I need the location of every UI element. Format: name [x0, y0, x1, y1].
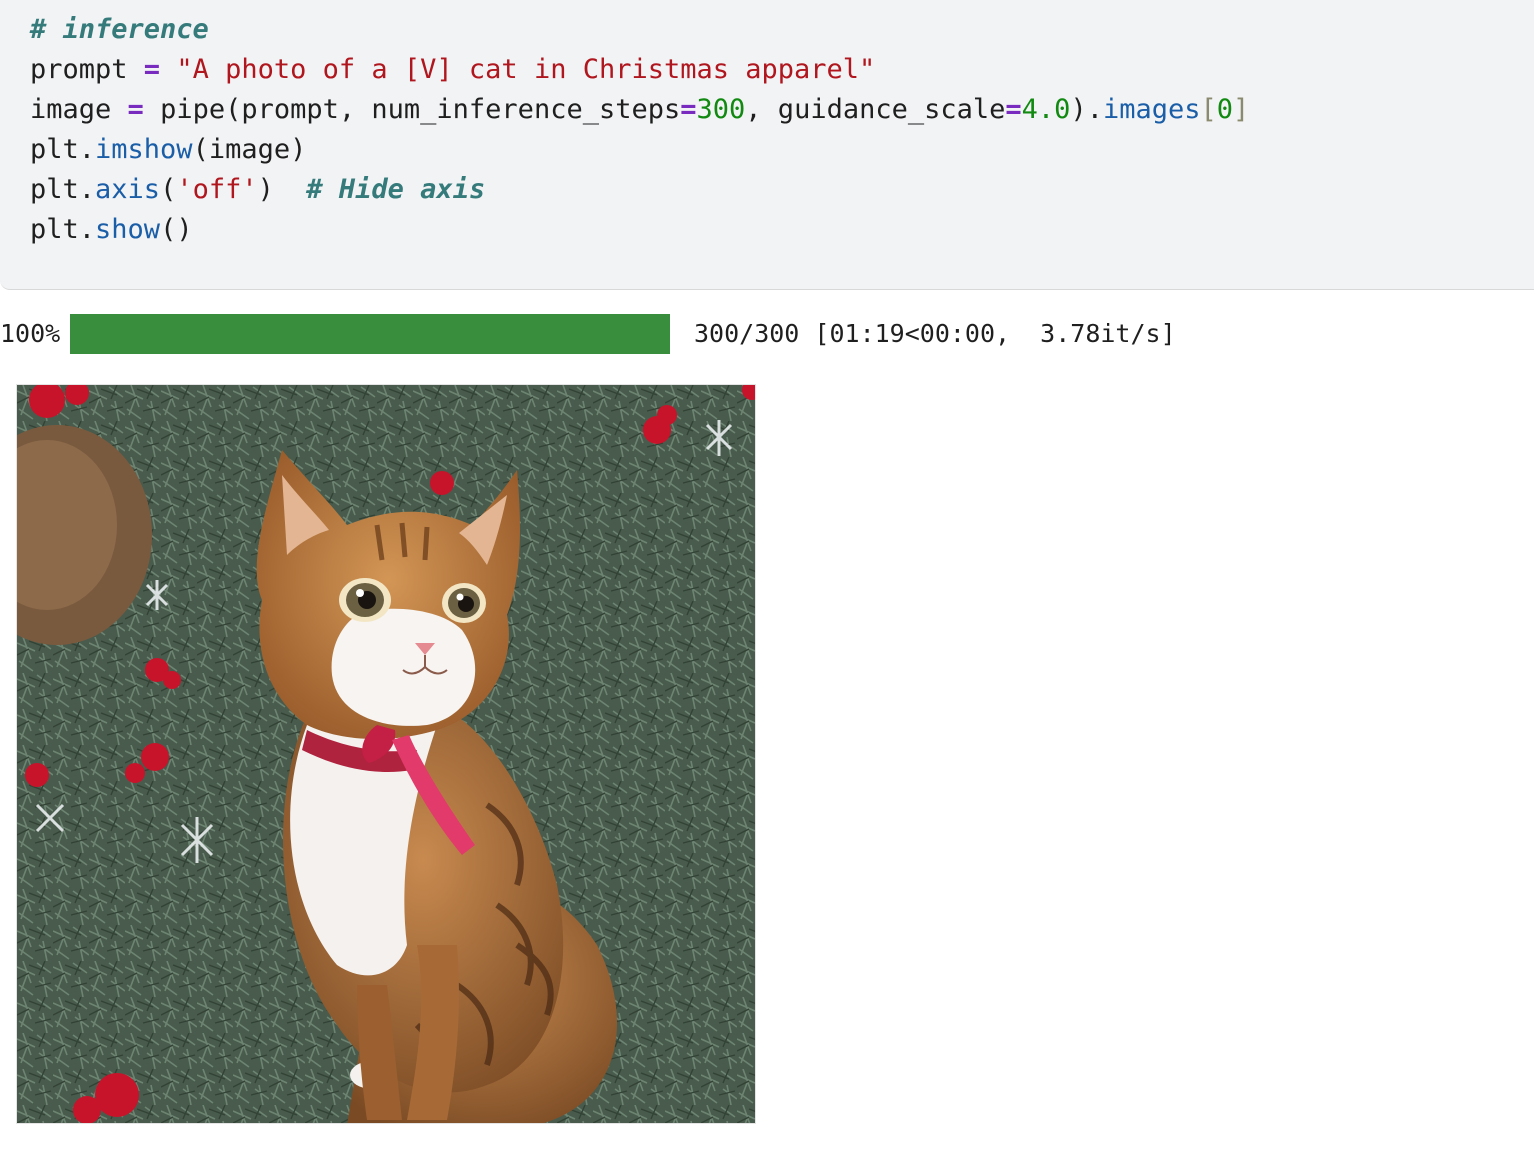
progress-bar [70, 314, 670, 354]
code-token: 'off' [176, 174, 258, 205]
code-token: [ [1200, 94, 1217, 125]
code-token: , guidance_scale [745, 94, 1006, 125]
cat-photo [17, 385, 755, 1123]
progress-stats: 300/300 [01:19<00:00, 3.78it/s] [694, 319, 1176, 348]
code-token: 300 [696, 94, 746, 125]
output-image [16, 384, 756, 1124]
code-token: images [1102, 94, 1201, 125]
code-cell[interactable]: # inference prompt = "A photo of a [V] ca… [0, 0, 1534, 290]
code-token: ) [257, 174, 307, 205]
code-token: # inference [30, 14, 209, 45]
progress-bar-fill [70, 314, 670, 354]
code-token: () [160, 214, 193, 245]
code-line: prompt = "A photo of a [V] cat in Christ… [30, 50, 1249, 90]
code-token: = [127, 94, 144, 125]
code-token: image [30, 94, 128, 125]
code-token: 0 [1216, 94, 1234, 125]
code-token: # Hide axis [306, 174, 486, 205]
code-token: plt. [30, 214, 96, 245]
progress-percent: 100% [0, 319, 61, 348]
code-line: plt.imshow(image) [30, 130, 1249, 170]
code-token: ] [1233, 94, 1250, 125]
code-token: plt. [30, 174, 96, 205]
code-line: # inference [30, 10, 1249, 50]
code-token: axis [95, 174, 161, 205]
code-token: ). [1070, 94, 1103, 125]
code-token: ( [160, 174, 177, 205]
code-editor[interactable]: # inference prompt = "A photo of a [V] ca… [30, 10, 1249, 250]
code-token: "A photo of a [V] cat in Christmas appar… [176, 54, 876, 85]
code-token: plt. [30, 134, 96, 165]
code-token: (image) [192, 134, 307, 165]
code-line: plt.axis('off') # Hide axis [30, 170, 1249, 210]
code-token: = [680, 94, 697, 125]
code-token: = [1005, 94, 1022, 125]
code-token: = [143, 54, 161, 85]
code-token: prompt [30, 54, 144, 85]
code-token: 4.0 [1021, 94, 1071, 125]
code-line: image = pipe(prompt, num_inference_steps… [30, 90, 1249, 130]
progress-output: 100% 300/300 [01:19<00:00, 3.78it/s] [0, 314, 1534, 354]
code-token: imshow [95, 134, 193, 165]
code-token: show [95, 214, 161, 245]
code-line: plt.show() [30, 210, 1249, 250]
code-token: pipe(prompt, num_inference_steps [143, 94, 681, 125]
